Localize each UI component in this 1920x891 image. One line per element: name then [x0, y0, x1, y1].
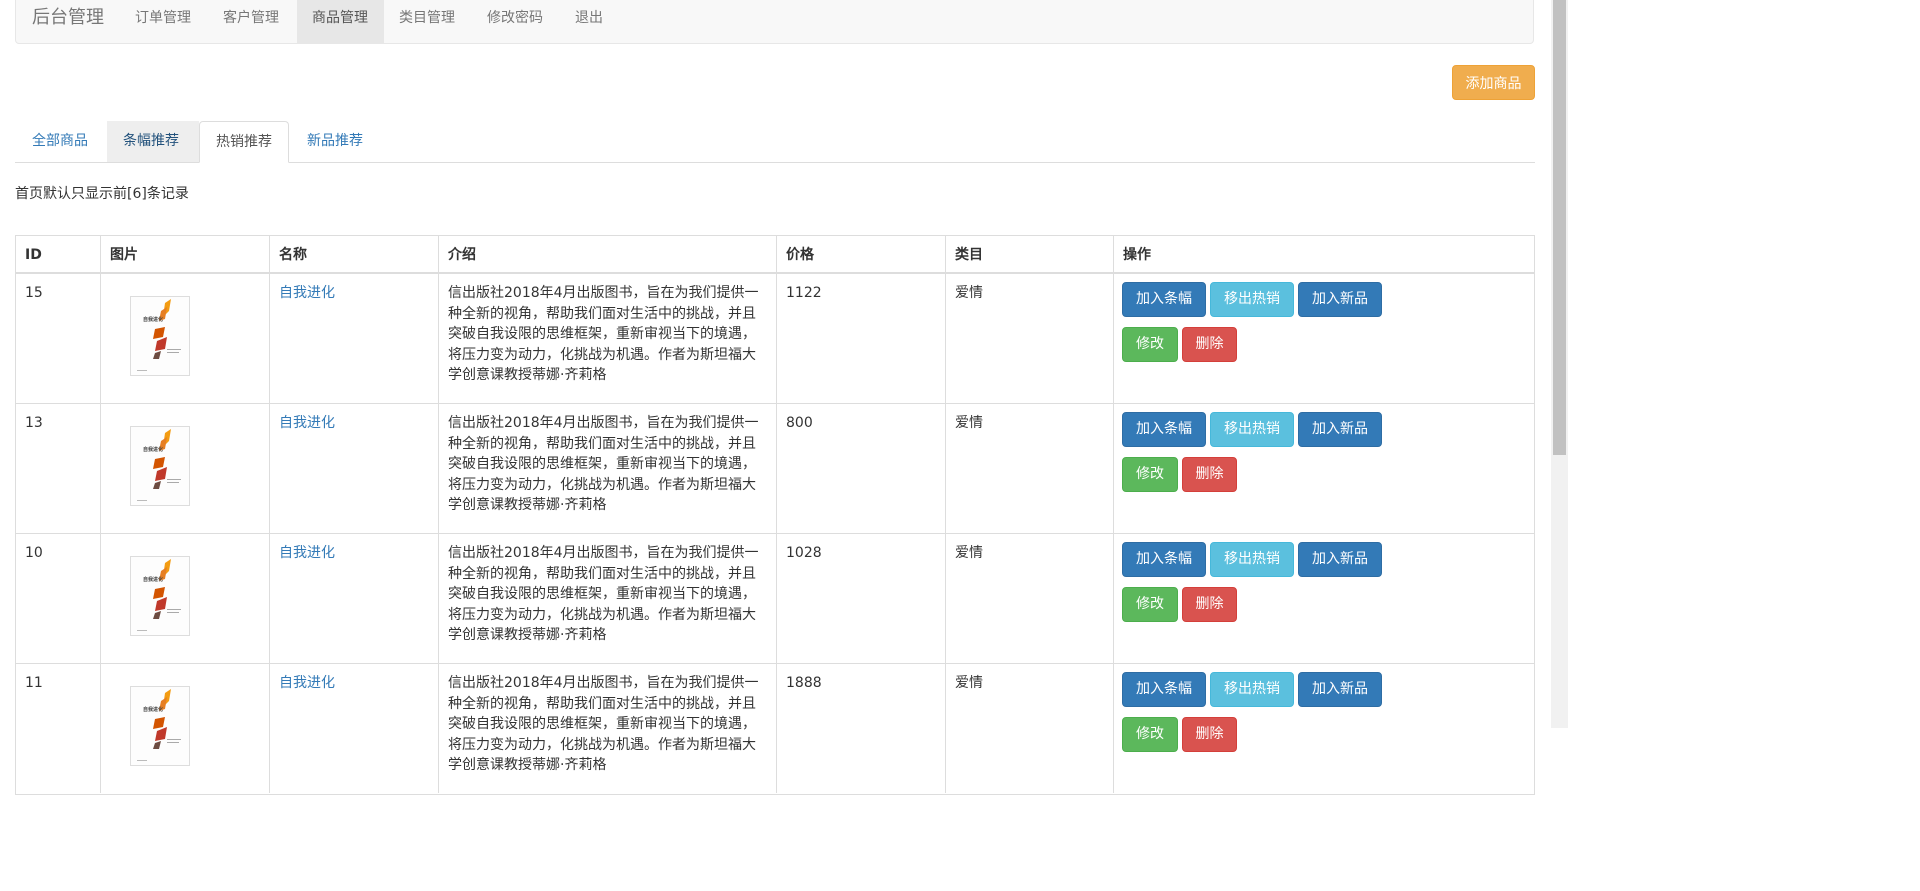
header-actions: 操作 — [1113, 236, 1534, 272]
delete-button[interactable]: 删除 — [1182, 717, 1237, 752]
cell-image: 自我进化 — [100, 534, 269, 663]
book-cover-image: 自我进化 — [130, 296, 190, 376]
add-product-button[interactable]: 添加商品 — [1452, 65, 1535, 100]
edit-button[interactable]: 修改 — [1122, 587, 1178, 622]
cell-actions: 加入条幅 移出热销 加入新品 修改 删除 — [1113, 534, 1534, 663]
tab-all-products[interactable]: 全部商品 — [16, 121, 104, 162]
cell-id: 10 — [25, 545, 43, 561]
nav-item-logout[interactable]: 退出 — [560, 0, 618, 43]
cover-title-text: 自我进化 — [143, 707, 164, 713]
tab-new-recommend[interactable]: 新品推荐 — [291, 121, 379, 162]
add-banner-button[interactable]: 加入条幅 — [1122, 282, 1206, 317]
header-intro: 介绍 — [438, 236, 776, 272]
cell-price: 1122 — [776, 274, 945, 403]
tab-hot-recommend[interactable]: 热销推荐 — [199, 121, 289, 163]
tab-banner-recommend[interactable]: 条幅推荐 — [107, 121, 199, 162]
butterfly-cover-icon — [131, 557, 189, 635]
cell-category: 爱情 — [945, 404, 1113, 533]
cell-intro: 信出版社2018年4月出版图书，旨在为我们提供一种全新的视角，帮助我们面对生活中… — [438, 274, 776, 403]
edit-button[interactable]: 修改 — [1122, 327, 1178, 362]
butterfly-cover-icon — [131, 427, 189, 505]
cell-name: 自我进化 — [269, 404, 438, 533]
edit-button[interactable]: 修改 — [1122, 457, 1178, 492]
records-notice: 首页默认只显示前[6]条记录 — [15, 186, 189, 202]
page-scrollbar[interactable] — [1551, 0, 1568, 728]
cell-price: 1888 — [776, 664, 945, 793]
cover-title-text: 自我进化 — [143, 317, 164, 323]
add-banner-button[interactable]: 加入条幅 — [1122, 672, 1206, 707]
delete-button[interactable]: 删除 — [1182, 457, 1237, 492]
cell-id: 13 — [25, 415, 43, 431]
table-row: 13 自我进化 自我进化 信出版社2018年4月出版图书，旨在为我们提供一种全新… — [16, 403, 1534, 533]
cell-name: 自我进化 — [269, 274, 438, 403]
book-cover-image: 自我进化 — [130, 426, 190, 506]
product-name-link[interactable]: 自我进化 — [279, 675, 335, 691]
cell-actions: 加入条幅 移出热销 加入新品 修改 删除 — [1113, 274, 1534, 403]
remove-hot-button[interactable]: 移出热销 — [1210, 672, 1294, 707]
scrollbar-thumb[interactable] — [1553, 0, 1566, 455]
add-new-button[interactable]: 加入新品 — [1298, 672, 1382, 707]
product-name-link[interactable]: 自我进化 — [279, 545, 335, 561]
delete-button[interactable]: 删除 — [1182, 587, 1237, 622]
butterfly-cover-icon — [131, 687, 189, 765]
product-name-link[interactable]: 自我进化 — [279, 415, 335, 431]
header-id: ID — [25, 247, 42, 263]
table-row: 15 自我进化 自我进化 信出版社2018年4月出版图书，旨在为我们提供一种全新… — [16, 273, 1534, 403]
nav-item-change-password[interactable]: 修改密码 — [472, 0, 558, 43]
cell-actions: 加入条幅 移出热销 加入新品 修改 删除 — [1113, 404, 1534, 533]
cell-price: 800 — [776, 404, 945, 533]
table-row: 10 自我进化 自我进化 信出版社2018年4月出版图书，旨在为我们提供一种全新… — [16, 533, 1534, 663]
nav-item-customers[interactable]: 客户管理 — [208, 0, 294, 43]
cell-price: 1028 — [776, 534, 945, 663]
cell-id: 15 — [25, 285, 43, 301]
remove-hot-button[interactable]: 移出热销 — [1210, 282, 1294, 317]
top-navbar: 后台管理 订单管理 客户管理 商品管理 类目管理 修改密码 退出 — [15, 0, 1534, 44]
nav-item-products[interactable]: 商品管理 — [297, 0, 384, 43]
cell-image: 自我进化 — [100, 664, 269, 793]
table-header: ID 图片 名称 介绍 价格 类目 操作 — [16, 236, 1534, 274]
cover-title-text: 自我进化 — [143, 447, 164, 453]
cell-category: 爱情 — [945, 274, 1113, 403]
add-new-button[interactable]: 加入新品 — [1298, 542, 1382, 577]
edit-button[interactable]: 修改 — [1122, 717, 1178, 752]
product-name-link[interactable]: 自我进化 — [279, 285, 335, 301]
add-new-button[interactable]: 加入新品 — [1298, 412, 1382, 447]
cell-intro: 信出版社2018年4月出版图书，旨在为我们提供一种全新的视角，帮助我们面对生活中… — [438, 404, 776, 533]
brand-title[interactable]: 后台管理 — [32, 7, 104, 29]
cell-name: 自我进化 — [269, 664, 438, 793]
book-cover-image: 自我进化 — [130, 556, 190, 636]
delete-button[interactable]: 删除 — [1182, 327, 1237, 362]
cell-image: 自我进化 — [100, 274, 269, 403]
header-price: 价格 — [776, 236, 945, 272]
book-cover-image: 自我进化 — [130, 686, 190, 766]
cover-title-text: 自我进化 — [143, 577, 164, 583]
header-name: 名称 — [269, 236, 438, 272]
add-banner-button[interactable]: 加入条幅 — [1122, 412, 1206, 447]
cell-intro: 信出版社2018年4月出版图书，旨在为我们提供一种全新的视角，帮助我们面对生活中… — [438, 664, 776, 793]
cell-category: 爱情 — [945, 534, 1113, 663]
add-banner-button[interactable]: 加入条幅 — [1122, 542, 1206, 577]
cell-image: 自我进化 — [100, 404, 269, 533]
nav-item-orders[interactable]: 订单管理 — [120, 0, 206, 43]
cell-category: 爱情 — [945, 664, 1113, 793]
cell-id: 11 — [25, 675, 43, 691]
table-row: 11 自我进化 自我进化 信出版社2018年4月出版图书，旨在为我们提供一种全新… — [16, 663, 1534, 793]
butterfly-cover-icon — [131, 297, 189, 375]
nav-item-categories[interactable]: 类目管理 — [384, 0, 470, 43]
cell-name: 自我进化 — [269, 534, 438, 663]
remove-hot-button[interactable]: 移出热销 — [1210, 412, 1294, 447]
cell-actions: 加入条幅 移出热销 加入新品 修改 删除 — [1113, 664, 1534, 793]
header-category: 类目 — [945, 236, 1113, 272]
add-new-button[interactable]: 加入新品 — [1298, 282, 1382, 317]
header-image: 图片 — [100, 236, 269, 272]
remove-hot-button[interactable]: 移出热销 — [1210, 542, 1294, 577]
products-table: ID 图片 名称 介绍 价格 类目 操作 15 自我进化 自我进化 信出版社20… — [15, 235, 1535, 795]
cell-intro: 信出版社2018年4月出版图书，旨在为我们提供一种全新的视角，帮助我们面对生活中… — [438, 534, 776, 663]
